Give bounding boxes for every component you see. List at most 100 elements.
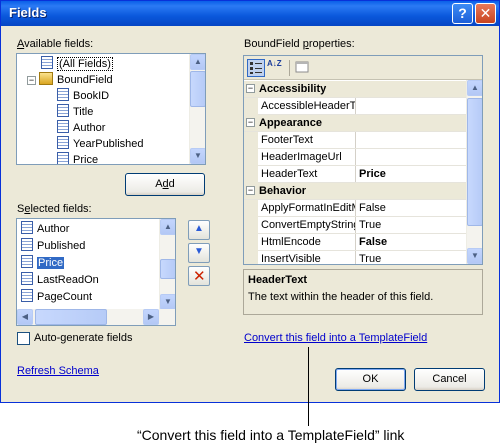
alphabetical-view-button[interactable]: A↓Z <box>267 59 285 77</box>
selected-vertical-scrollbar[interactable]: ▲ ▼ <box>159 219 175 310</box>
field-icon <box>57 88 69 101</box>
move-up-button[interactable]: ▲ <box>188 220 210 240</box>
collapse-icon[interactable]: − <box>246 84 255 93</box>
property-value[interactable]: True <box>357 251 466 264</box>
scroll-up-arrow-icon[interactable]: ▲ <box>467 80 482 96</box>
category-accessibility[interactable]: − Accessibility <box>244 81 466 98</box>
list-item[interactable]: LastReadOn <box>21 272 99 288</box>
list-item[interactable]: Published <box>21 238 85 254</box>
property-name[interactable]: HeaderText <box>259 166 356 182</box>
field-icon <box>57 136 69 149</box>
scroll-up-arrow-icon[interactable]: ▲ <box>160 219 175 235</box>
properties-label: BoundField properties: <box>244 38 355 50</box>
property-grid-scrollbar[interactable]: ▲ ▼ <box>466 80 482 264</box>
list-item[interactable]: PageCount <box>21 289 92 305</box>
help-button[interactable]: ? <box>452 3 473 24</box>
list-item[interactable]: Author <box>21 221 69 237</box>
title-bar[interactable]: Fields ? ✕ <box>1 1 499 26</box>
property-value[interactable]: Price <box>357 166 466 182</box>
move-down-button[interactable]: ▼ <box>188 243 210 263</box>
available-fields-tree[interactable]: (All Fields) − BoundField BookID Title Author… <box>16 53 206 165</box>
close-button[interactable]: ✕ <box>475 3 496 24</box>
dialog-title: Fields <box>9 5 47 20</box>
category-appearance[interactable]: − Appearance <box>244 115 466 132</box>
scroll-up-arrow-icon[interactable]: ▲ <box>190 54 205 70</box>
auto-generate-label: Auto-generate fields <box>34 332 133 344</box>
selected-horizontal-scrollbar[interactable]: ◀ ▶ <box>17 309 175 325</box>
scroll-down-arrow-icon[interactable]: ▼ <box>467 248 482 264</box>
property-row[interactable]: HtmlEncode False <box>244 234 466 251</box>
property-name[interactable]: FooterText <box>259 132 356 148</box>
property-name[interactable]: ApplyFormatInEditM <box>259 200 356 216</box>
category-label: Accessibility <box>259 83 327 95</box>
selected-fields-label: Selected fields: <box>17 203 92 215</box>
selected-fields-list[interactable]: Author Published Price LastReadOn PageCount … <box>16 218 176 326</box>
help-icon: ? <box>458 5 467 21</box>
tree-item[interactable]: Author <box>57 120 105 136</box>
categorized-icon <box>250 62 262 74</box>
property-row[interactable]: HeaderImageUrl <box>244 149 466 166</box>
category-label: Appearance <box>259 117 322 129</box>
categorized-view-button[interactable] <box>247 59 265 77</box>
arrow-down-icon: ▼ <box>194 246 204 257</box>
property-value[interactable] <box>357 132 466 148</box>
scroll-down-arrow-icon[interactable]: ▼ <box>160 294 175 310</box>
row-margin <box>244 166 258 183</box>
property-row[interactable]: FooterText <box>244 132 466 149</box>
description-text: The text within the header of this field… <box>248 291 434 303</box>
description-title: HeaderText <box>248 274 308 286</box>
tree-item-label: (All Fields) <box>57 57 113 71</box>
fields-dialog: Fields ? ✕ Available fields: (All Fields… <box>0 0 500 403</box>
tree-item[interactable]: (All Fields) <box>41 56 113 72</box>
property-value[interactable] <box>357 98 466 114</box>
tree-item[interactable]: Title <box>57 104 93 120</box>
scroll-down-arrow-icon[interactable]: ▼ <box>190 148 205 164</box>
delete-field-button[interactable]: ✕ <box>188 266 210 286</box>
tree-item[interactable]: BookID <box>57 88 109 104</box>
collapse-icon[interactable]: − <box>246 186 255 195</box>
property-name[interactable]: AccessibleHeaderTe <box>259 98 356 114</box>
add-button[interactable]: Add <box>125 173 205 196</box>
property-row[interactable]: AccessibleHeaderTe <box>244 98 466 115</box>
property-grid[interactable]: A↓Z − Accessibility AccessibleHeaderTe − App… <box>243 55 483 265</box>
property-value[interactable]: False <box>357 234 466 250</box>
tree-item[interactable]: − BoundField <box>27 72 113 88</box>
scroll-thumb[interactable] <box>190 71 205 107</box>
field-icon <box>21 221 33 234</box>
property-value[interactable] <box>357 149 466 165</box>
property-value[interactable]: True <box>357 217 466 233</box>
scroll-left-arrow-icon[interactable]: ◀ <box>17 309 33 325</box>
available-vertical-scrollbar[interactable]: ▲ ▼ <box>189 54 205 164</box>
row-margin <box>244 251 258 264</box>
property-row[interactable]: ApplyFormatInEditM False <box>244 200 466 217</box>
list-item[interactable]: Price <box>21 255 65 271</box>
cancel-button[interactable]: Cancel <box>414 368 485 391</box>
category-behavior[interactable]: − Behavior <box>244 183 466 200</box>
property-name[interactable]: InsertVisible <box>259 251 356 264</box>
property-pages-button[interactable] <box>294 59 312 77</box>
scroll-right-arrow-icon[interactable]: ▶ <box>143 309 159 325</box>
tree-item[interactable]: Price <box>57 152 98 164</box>
property-name[interactable]: ConvertEmptyString <box>259 217 356 233</box>
refresh-schema-link[interactable]: Refresh Schema <box>17 365 99 377</box>
property-name[interactable]: HeaderImageUrl <box>259 149 356 165</box>
property-row[interactable]: HeaderText Price <box>244 166 466 183</box>
scroll-thumb[interactable] <box>35 309 107 325</box>
tree-item-label: Author <box>73 122 106 134</box>
close-icon: ✕ <box>479 5 492 21</box>
property-row[interactable]: ConvertEmptyString True <box>244 217 466 234</box>
tree-item[interactable]: YearPublished <box>57 136 144 152</box>
available-fields-label: Available fields: <box>17 38 94 50</box>
convert-to-templatefield-link[interactable]: Convert this field into a TemplateField <box>244 332 427 344</box>
property-row[interactable]: InsertVisible True <box>244 251 466 264</box>
tree-item-label: BookID <box>73 90 110 102</box>
auto-generate-checkbox[interactable] <box>17 332 30 345</box>
ok-button[interactable]: OK <box>335 368 406 391</box>
property-name[interactable]: HtmlEncode <box>259 234 356 250</box>
property-value[interactable]: False <box>357 200 466 216</box>
scroll-thumb[interactable] <box>160 259 175 279</box>
scroll-thumb[interactable] <box>467 98 482 226</box>
field-icon <box>57 120 69 133</box>
collapse-icon[interactable]: − <box>27 76 36 85</box>
collapse-icon[interactable]: − <box>246 118 255 127</box>
